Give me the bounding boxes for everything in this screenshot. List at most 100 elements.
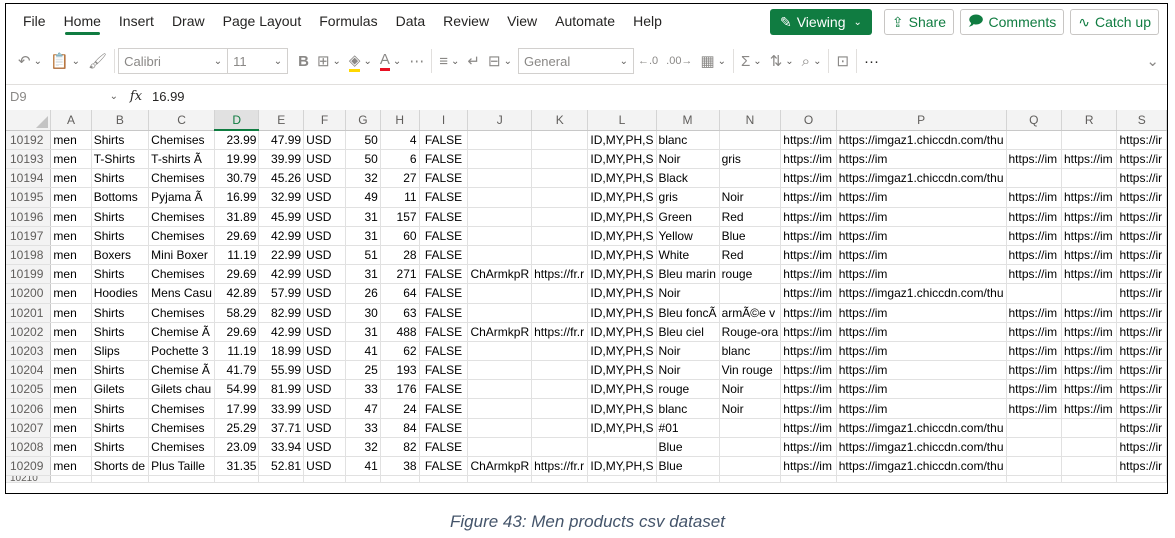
cell-f[interactable]: USD xyxy=(303,207,346,227)
paste-button[interactable]: 📋 ⌄ xyxy=(46,47,84,75)
cell-m[interactable]: Green xyxy=(656,207,720,227)
cell-m[interactable]: Black xyxy=(656,168,720,189)
cell-p[interactable]: https://im xyxy=(836,398,1007,419)
cell-b[interactable]: Shirts xyxy=(91,207,150,227)
cell-o[interactable]: https://im xyxy=(780,379,837,400)
cell-l[interactable]: ID,MY,PH,S xyxy=(587,130,657,150)
cell-b[interactable]: T-Shirts xyxy=(91,149,150,170)
cell-f[interactable]: USD xyxy=(303,398,346,419)
cell-p[interactable]: https://im xyxy=(836,303,1007,323)
cell-n[interactable]: blanc xyxy=(719,341,782,362)
cell-d[interactable]: 31.35 xyxy=(214,456,260,477)
cell-f[interactable]: USD xyxy=(303,245,346,266)
cell-g[interactable]: 33 xyxy=(345,379,381,400)
cell-s[interactable]: https://ir xyxy=(1116,168,1167,189)
cell-p[interactable]: https://im xyxy=(836,207,1007,227)
cell-e[interactable]: 33.99 xyxy=(258,398,305,419)
cell-s[interactable]: https://ir xyxy=(1116,130,1167,150)
row-header[interactable]: 10198 xyxy=(6,245,52,266)
cell-s[interactable]: https://ir xyxy=(1116,303,1167,323)
cell-h[interactable]: 82 xyxy=(380,437,420,458)
font-color-button[interactable]: A ⌄ xyxy=(376,47,405,75)
column-header-i[interactable]: I xyxy=(419,110,469,131)
column-header-f[interactable]: F xyxy=(303,110,346,131)
cell-q[interactable]: https://im xyxy=(1006,303,1062,323)
cell-a[interactable]: men xyxy=(50,341,92,362)
cell-r[interactable] xyxy=(1061,130,1118,150)
cell-k[interactable] xyxy=(531,207,589,227)
cell-o[interactable]: https://im xyxy=(780,187,837,208)
cell-m[interactable]: Bleu marin xyxy=(656,264,720,285)
cell-s[interactable]: https://ir xyxy=(1116,187,1167,208)
cell-f[interactable]: USD xyxy=(303,341,346,362)
column-header-c[interactable]: C xyxy=(148,110,215,131)
cell-j[interactable] xyxy=(467,187,533,208)
cell-m[interactable]: Noir xyxy=(656,341,720,362)
cell-j[interactable] xyxy=(467,398,533,419)
cell-s[interactable]: https://ir xyxy=(1116,379,1167,400)
cell-o[interactable]: https://im xyxy=(780,130,837,150)
cell-k[interactable] xyxy=(531,245,589,266)
cell-g[interactable]: 47 xyxy=(345,398,381,419)
cell-g[interactable]: 26 xyxy=(345,283,381,304)
column-header-e[interactable]: E xyxy=(258,110,305,131)
cell-k[interactable] xyxy=(531,360,589,381)
column-header-h[interactable]: H xyxy=(380,110,420,131)
cell-q[interactable] xyxy=(1006,283,1062,304)
cell-g[interactable]: 49 xyxy=(345,187,381,208)
cell-p[interactable]: https://im xyxy=(836,379,1007,400)
cell-i[interactable]: FALSE xyxy=(419,226,469,246)
column-header-l[interactable]: L xyxy=(587,110,657,131)
cell-l[interactable]: ID,MY,PH,S xyxy=(587,168,657,189)
column-header-r[interactable]: R xyxy=(1061,110,1118,131)
cell-h[interactable]: 6 xyxy=(380,149,420,170)
cell-n[interactable] xyxy=(719,437,782,458)
cell-f[interactable]: USD xyxy=(303,130,346,150)
cell-r[interactable] xyxy=(1061,456,1118,477)
menu-tab-draw[interactable]: Draw xyxy=(163,4,214,38)
row-header[interactable]: 10207 xyxy=(6,418,52,438)
cell-b[interactable] xyxy=(91,475,150,484)
cell-o[interactable]: https://im xyxy=(780,264,837,285)
cell-h[interactable]: 28 xyxy=(380,245,420,266)
cell-n[interactable] xyxy=(719,456,782,477)
cell-n[interactable]: Blue xyxy=(719,226,782,246)
cell-a[interactable]: men xyxy=(50,322,92,342)
row-header[interactable]: 10210 xyxy=(6,475,52,484)
cell-j[interactable] xyxy=(467,168,533,189)
row-header[interactable]: 10201 xyxy=(6,303,52,323)
cell-p[interactable]: https://im xyxy=(836,187,1007,208)
menu-tab-view[interactable]: View xyxy=(498,4,546,38)
cell-j[interactable] xyxy=(467,245,533,266)
cell-p[interactable]: https://imgaz1.chiccdn.com/thu xyxy=(836,456,1007,477)
cell-e[interactable]: 33.94 xyxy=(258,437,305,458)
cell-h[interactable] xyxy=(380,475,420,484)
cell-n[interactable] xyxy=(719,475,782,484)
cell-l[interactable]: ID,MY,PH,S xyxy=(587,456,657,477)
cell-b[interactable]: Shirts xyxy=(91,168,150,189)
cell-j[interactable]: ChArmkpR xyxy=(467,322,533,342)
cell-a[interactable]: men xyxy=(50,283,92,304)
cell-m[interactable]: blanc xyxy=(656,130,720,150)
cell-n[interactable] xyxy=(719,418,782,438)
cell-d[interactable]: 16.99 xyxy=(214,187,260,208)
menu-tab-insert[interactable]: Insert xyxy=(110,4,163,38)
cell-o[interactable]: https://im xyxy=(780,341,837,362)
cell-g[interactable]: 25 xyxy=(345,360,381,381)
cell-o[interactable]: https://im xyxy=(780,168,837,189)
cell-l[interactable]: ID,MY,PH,S xyxy=(587,379,657,400)
cell-m[interactable]: #01 xyxy=(656,418,720,438)
cell-o[interactable]: https://im xyxy=(780,283,837,304)
cell-d[interactable]: 29.69 xyxy=(214,226,260,246)
font-name-dropdown[interactable]: Calibri ⌄ xyxy=(118,48,229,74)
cell-i[interactable]: FALSE xyxy=(419,130,469,150)
cell-o[interactable]: https://im xyxy=(780,245,837,266)
cell-j[interactable] xyxy=(467,418,533,438)
font-size-dropdown[interactable]: 11 ⌄ xyxy=(228,48,289,74)
cell-h[interactable]: 84 xyxy=(380,418,420,438)
row-header[interactable]: 10199 xyxy=(6,264,52,285)
cell-a[interactable]: men xyxy=(50,437,92,458)
cell-q[interactable] xyxy=(1006,168,1062,189)
cell-r[interactable] xyxy=(1061,283,1118,304)
cell-j[interactable] xyxy=(467,283,533,304)
